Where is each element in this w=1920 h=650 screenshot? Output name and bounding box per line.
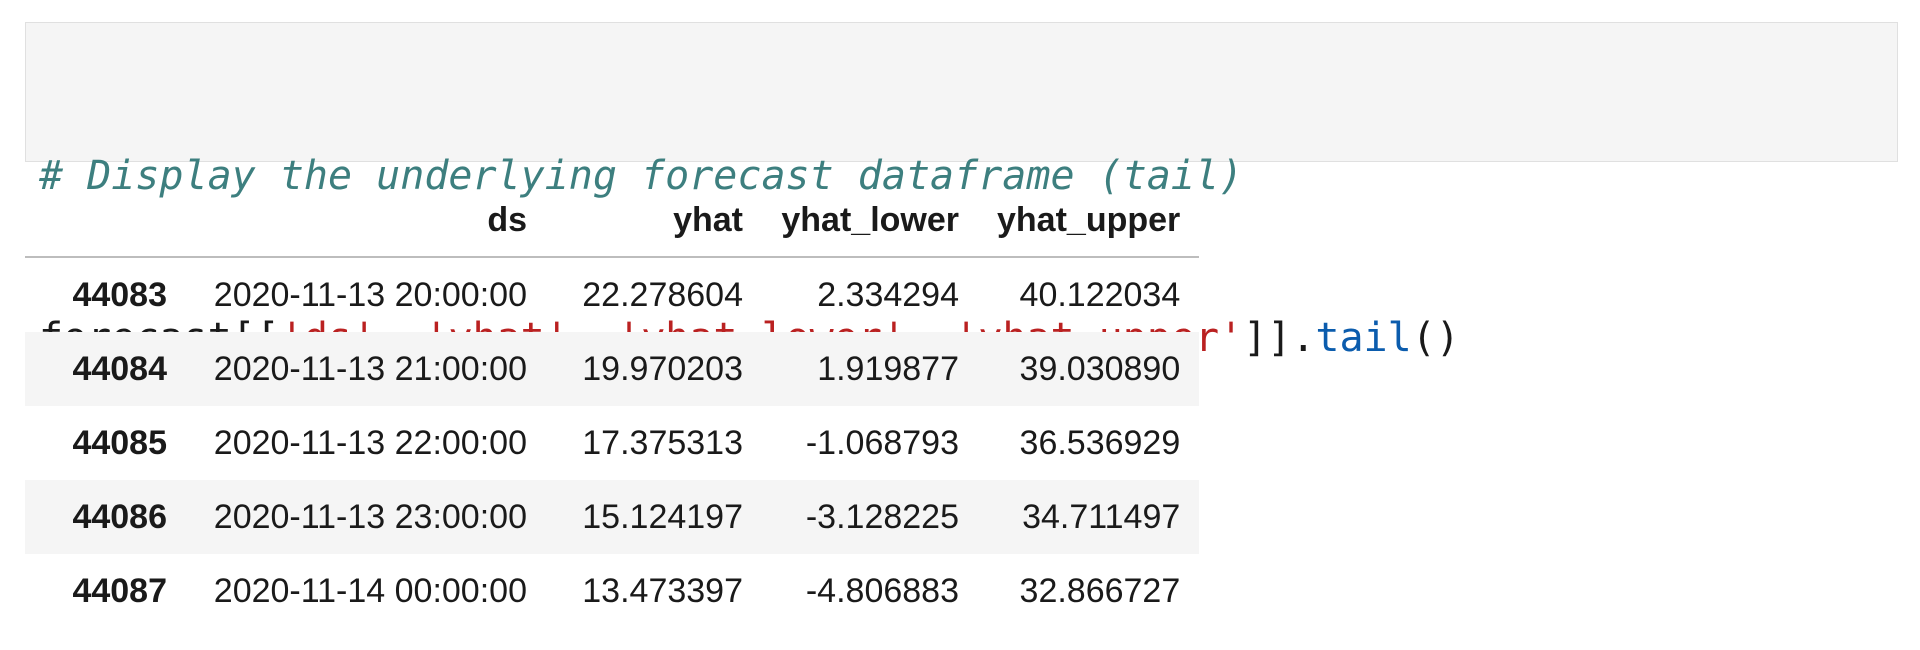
table-row: 44084 2020-11-13 21:00:00 19.970203 1.91… — [25, 332, 1200, 406]
cell-ds: 2020-11-13 21:00:00 — [213, 349, 527, 388]
header-yhat: yhat — [546, 184, 762, 258]
cell-yhat-upper: 40.122034 — [1019, 275, 1181, 314]
table-row: 44083 2020-11-13 20:00:00 22.278604 2.33… — [25, 257, 1199, 332]
code-token-plain: ]]. — [1243, 315, 1316, 361]
table-header-row: ds yhat yhat_lower yhat_upper — [25, 184, 1200, 258]
cell-yhat-lower: -1.068793 — [805, 423, 959, 462]
cell-yhat-upper: 39.030890 — [1019, 349, 1181, 388]
cell-yhat-lower: -3.128225 — [805, 497, 959, 536]
row-index: 44083 — [72, 275, 167, 314]
cell-yhat-upper: 36.536929 — [1019, 423, 1181, 462]
dataframe-table: ds yhat yhat_lower yhat_upper 44083 2020… — [25, 184, 1200, 628]
table-row: 44087 2020-11-14 00:00:00 13.473397 -4.8… — [25, 554, 1199, 628]
cell-yhat: 15.124197 — [582, 497, 743, 536]
header-index — [25, 184, 186, 258]
row-index: 44086 — [72, 497, 167, 536]
cell-yhat-lower: -4.806883 — [805, 571, 959, 610]
header-yhat-lower: yhat_lower — [762, 184, 978, 258]
table-row: 44085 2020-11-13 22:00:00 17.375313 -1.0… — [25, 406, 1199, 480]
row-index: 44087 — [72, 571, 167, 610]
cell-yhat-upper: 34.711497 — [1022, 497, 1181, 536]
cell-yhat: 19.970203 — [582, 349, 743, 388]
row-index: 44084 — [72, 349, 167, 388]
code-token-method: tail — [1315, 315, 1412, 361]
cell-ds: 2020-11-14 00:00:00 — [213, 571, 527, 610]
code-cell[interactable]: # Display the underlying forecast datafr… — [25, 22, 1898, 361]
cell-yhat: 22.278604 — [582, 275, 743, 314]
header-ds: ds — [186, 184, 546, 258]
code-token-plain: () — [1411, 315, 1460, 361]
cell-ds: 2020-11-13 23:00:00 — [213, 497, 527, 536]
header-yhat-upper: yhat_upper — [978, 184, 1200, 258]
table-row: 44086 2020-11-13 23:00:00 15.124197 -3.1… — [25, 480, 1200, 554]
cell-yhat-lower: 2.334294 — [817, 275, 959, 314]
cell-ds: 2020-11-13 22:00:00 — [213, 423, 527, 462]
cell-ds: 2020-11-13 20:00:00 — [213, 275, 527, 314]
cell-yhat: 17.375313 — [582, 423, 743, 462]
cell-yhat-lower: 1.919877 — [817, 349, 959, 388]
row-index: 44085 — [72, 423, 167, 462]
cell-yhat-upper: 32.866727 — [1019, 571, 1181, 610]
notebook-output: # Display the underlying forecast datafr… — [0, 0, 1920, 650]
cell-yhat: 13.473397 — [582, 571, 743, 610]
